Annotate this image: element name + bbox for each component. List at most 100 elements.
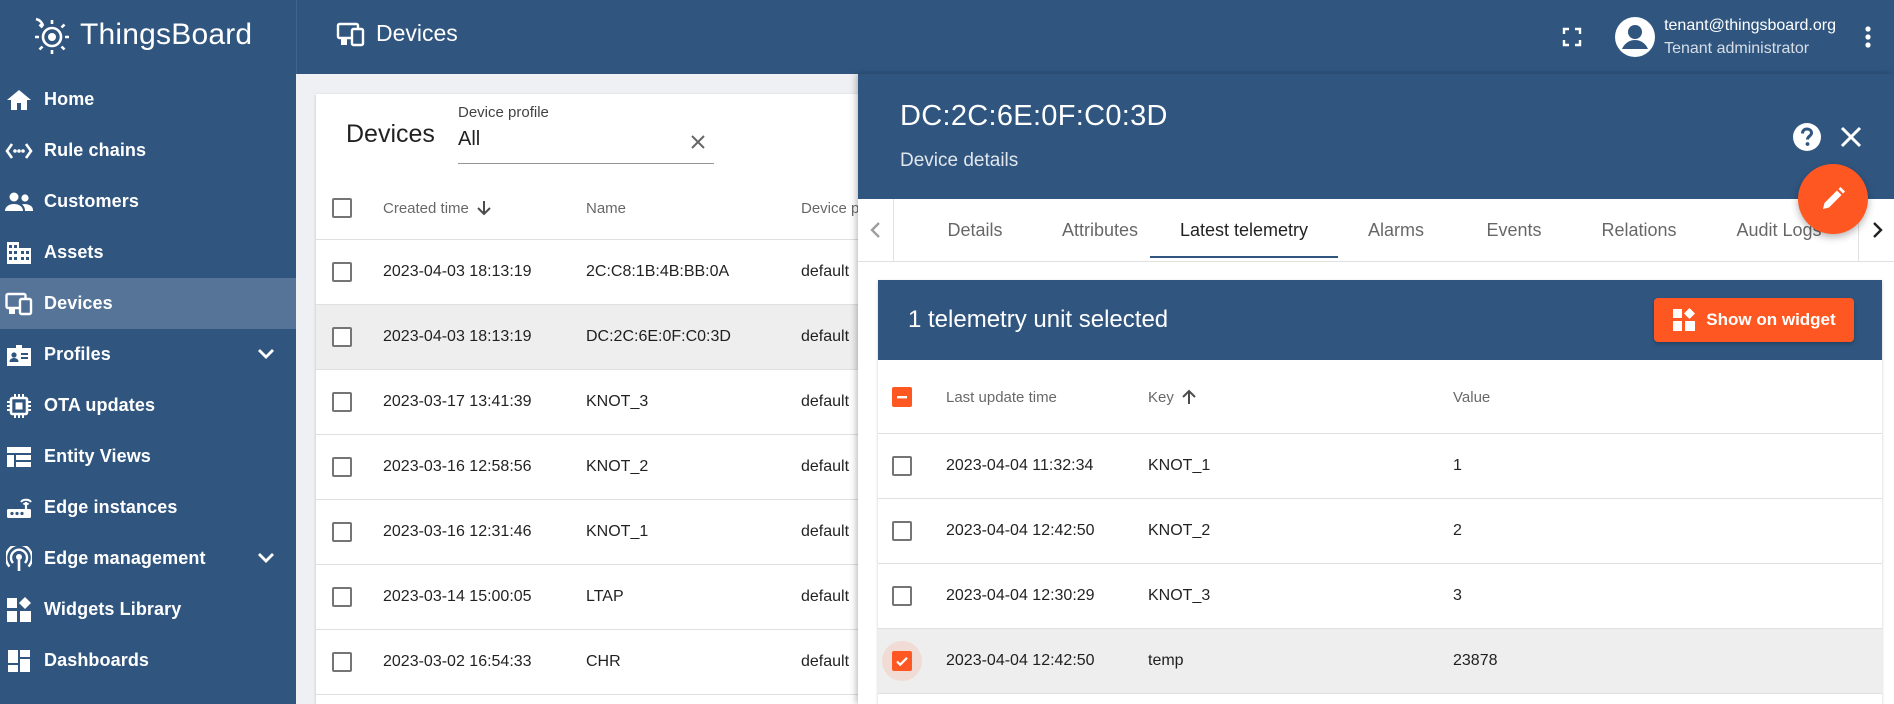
tab-latest-telemetry[interactable]: Latest telemetry <box>1150 199 1338 261</box>
edge-management-icon <box>4 544 34 574</box>
table-row[interactable]: 2023-03-16 12:31:46 KNOT_1 default <box>316 500 876 565</box>
table-row[interactable]: 2023-04-03 18:13:19 DC:2C:6E:0F:C0:3D de… <box>316 305 876 370</box>
devices-table-header: Created time Name Device p <box>316 176 876 240</box>
sidebar-item-devices[interactable]: Devices <box>0 278 296 329</box>
device-details-panel: DC:2C:6E:0F:C0:3D Device details Details… <box>858 74 1894 704</box>
table-row[interactable]: 2023-04-04 12:30:29 KNOT_3 3 <box>878 564 1882 629</box>
fullscreen-icon[interactable] <box>1548 13 1596 61</box>
user-avatar-icon[interactable] <box>1614 16 1656 58</box>
table-row[interactable]: 2023-04-04 11:32:34 KNOT_1 1 <box>878 434 1882 499</box>
clear-icon[interactable] <box>688 132 708 152</box>
chevron-down-icon[interactable] <box>254 342 278 366</box>
indeterminate-icon <box>897 396 907 399</box>
cell-created-time: 2023-04-03 18:13:19 <box>383 328 532 345</box>
column-header-label: Key <box>1148 388 1174 406</box>
row-checkbox[interactable] <box>332 327 352 347</box>
column-header-last-update-time[interactable]: Last update time <box>946 360 1057 434</box>
sidebar-item-profiles[interactable]: Profiles <box>0 329 296 380</box>
column-header-device-profile[interactable]: Device p <box>801 176 859 240</box>
sidebar-item-entity-views[interactable]: Entity Views <box>0 431 296 482</box>
chevron-down-icon[interactable] <box>254 546 278 570</box>
device-profile-filter[interactable]: Device profile All <box>458 104 714 170</box>
assets-icon <box>4 238 34 268</box>
row-checkbox[interactable] <box>332 392 352 412</box>
sidebar-item-customers[interactable]: Customers <box>0 176 296 227</box>
table-row[interactable]: 2023-03-02 16:54:33 CHR default <box>316 630 876 695</box>
select-all-checkbox[interactable] <box>892 387 912 407</box>
row-checkbox[interactable] <box>332 587 352 607</box>
table-row[interactable]: 2023-03-16 12:58:56 KNOT_2 default <box>316 435 876 500</box>
table-row[interactable]: 2023-04-04 12:42:50 temp 23878 <box>878 629 1882 694</box>
sidebar-item-label: OTA updates <box>44 395 156 415</box>
sidebar-item-home[interactable]: Home <box>0 74 296 125</box>
table-row[interactable]: 2023-03-17 13:41:39 KNOT_3 default <box>316 370 876 435</box>
home-icon <box>4 85 34 115</box>
chevron-left-icon <box>869 222 880 238</box>
table-row[interactable]: 2023-04-03 18:13:19 2C:C8:1B:4B:BB:0A de… <box>316 240 876 305</box>
more-vert-icon[interactable] <box>1848 13 1888 61</box>
cell-value: 1 <box>1453 457 1462 474</box>
sidebar-item-edge-instances[interactable]: Edge instances <box>0 482 296 533</box>
cell-key: KNOT_3 <box>1148 587 1211 604</box>
column-header-created-time[interactable]: Created time <box>383 176 493 240</box>
select-all-checkbox[interactable] <box>332 198 352 218</box>
cell-name: CHR <box>586 653 621 670</box>
sidebar-item-label: Dashboards <box>44 650 150 670</box>
sidebar-item-rule-chains[interactable]: Rule chains <box>0 125 296 176</box>
column-header-value[interactable]: Value <box>1453 360 1490 434</box>
device-profile-value[interactable]: All <box>458 128 480 151</box>
edit-button[interactable] <box>1798 164 1868 234</box>
cell-name: KNOT_2 <box>586 458 649 475</box>
row-checkbox[interactable] <box>332 262 352 282</box>
details-subtitle: Device details <box>900 150 1019 171</box>
tab-events[interactable]: Events <box>1454 199 1574 261</box>
column-header-name[interactable]: Name <box>586 176 626 240</box>
row-checkbox[interactable] <box>332 522 352 542</box>
show-on-widget-button[interactable]: Show on widget <box>1654 298 1854 342</box>
column-header-key[interactable]: Key <box>1148 360 1198 434</box>
row-checkbox[interactable] <box>332 652 352 672</box>
sidebar-item-dashboards[interactable]: Dashboards <box>0 635 296 686</box>
row-checkbox[interactable] <box>332 457 352 477</box>
pencil-icon <box>1823 187 1845 209</box>
user-info[interactable]: tenant@thingsboard.org Tenant administra… <box>1664 14 1836 60</box>
cell-device-profile: default <box>801 263 850 280</box>
checkmark-icon <box>896 657 908 667</box>
cell-value: 23878 <box>1453 652 1498 669</box>
sidebar-item-assets[interactable]: Assets <box>0 227 296 278</box>
sidebar-item-ota-updates[interactable]: OTA updates <box>0 380 296 431</box>
topbar-actions: tenant@thingsboard.org Tenant administra… <box>1548 0 1894 74</box>
row-checkbox[interactable] <box>892 651 912 671</box>
row-checkbox[interactable] <box>892 521 912 541</box>
entity-views-icon <box>4 442 34 472</box>
device-profile-underline <box>458 163 714 164</box>
telemetry-table-header: Last update time Key Value <box>878 360 1882 434</box>
tab-relations[interactable]: Relations <box>1574 199 1704 261</box>
cell-created-time: 2023-03-16 12:31:46 <box>383 523 532 540</box>
row-checkbox[interactable] <box>892 586 912 606</box>
sidebar-item-edge-management[interactable]: Edge management <box>0 533 296 584</box>
sidebar-item-label: Widgets Library <box>44 599 182 619</box>
tab-details[interactable]: Details <box>910 199 1040 261</box>
sidebar-item-label: Edge management <box>44 548 206 568</box>
table-row[interactable]: 2023-03-14 15:00:05 LTAP default <box>316 565 876 630</box>
cell-last-update-time: 2023-04-04 12:42:50 <box>946 652 1095 669</box>
sidebar-item-label: Rule chains <box>44 140 147 160</box>
tab-alarms[interactable]: Alarms <box>1338 199 1454 261</box>
close-icon[interactable] <box>1838 124 1864 150</box>
ota-updates-icon <box>4 391 34 421</box>
sidebar-item-widgets-library[interactable]: Widgets Library <box>0 584 296 635</box>
table-row[interactable]: 2023-04-04 12:42:50 KNOT_2 2 <box>878 499 1882 564</box>
sidebar-item-label: Assets <box>44 242 104 262</box>
tabs-scroll-left[interactable] <box>858 199 894 261</box>
sidebar-item-label: Devices <box>44 293 113 313</box>
cell-device-profile: default <box>801 588 850 605</box>
tab-attributes[interactable]: Attributes <box>1040 199 1160 261</box>
edge-instances-icon <box>4 493 34 523</box>
app-logo[interactable]: ThingsBoard <box>30 12 252 58</box>
sidebar: Home Rule chains Customers Assets Device… <box>0 74 296 704</box>
sidebar-item-label: Entity Views <box>44 446 151 466</box>
help-icon[interactable] <box>1792 122 1822 152</box>
row-checkbox[interactable] <box>892 456 912 476</box>
devices-icon <box>4 289 34 319</box>
